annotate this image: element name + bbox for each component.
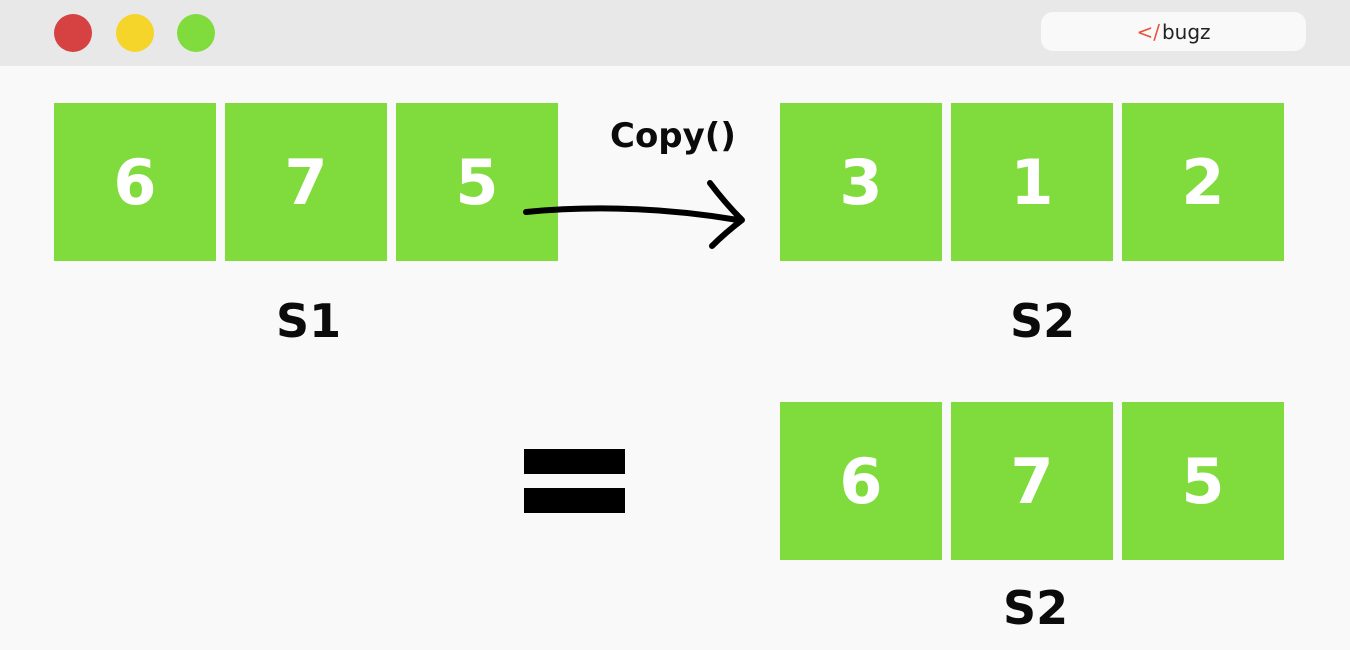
s2-before-element-0: 3 bbox=[780, 103, 942, 261]
window-titlebar: </ bugz bbox=[0, 0, 1350, 66]
s1-element-1: 7 bbox=[225, 103, 387, 261]
brand-text: bugz bbox=[1161, 19, 1211, 44]
s2-after-element-0: 6 bbox=[780, 402, 942, 560]
s2-after-element-1: 7 bbox=[951, 402, 1113, 560]
s2-before-element-2: 2 bbox=[1122, 103, 1284, 261]
equals-bar-bottom bbox=[524, 488, 625, 513]
equals-icon bbox=[524, 449, 625, 513]
source-slice-s1: 6 7 5 bbox=[54, 103, 558, 261]
s2-before-label: S2 bbox=[1010, 294, 1076, 348]
minimize-window-button[interactable] bbox=[116, 14, 154, 52]
equals-bar-top bbox=[524, 449, 625, 474]
copy-operation-label: Copy() bbox=[610, 116, 736, 156]
zoom-window-button[interactable] bbox=[177, 14, 215, 52]
destination-slice-s2-before: 3 1 2 bbox=[780, 103, 1284, 261]
s1-element-0: 6 bbox=[54, 103, 216, 261]
brand-logo: </ bugz bbox=[1041, 12, 1306, 51]
s2-after-element-2: 5 bbox=[1122, 402, 1284, 560]
close-window-button[interactable] bbox=[54, 14, 92, 52]
destination-slice-s2-after: 6 7 5 bbox=[780, 402, 1284, 560]
arrow-right-icon bbox=[523, 180, 745, 249]
s1-label: S1 bbox=[276, 294, 342, 348]
brand-tag: </ bbox=[1136, 19, 1160, 44]
s2-after-label: S2 bbox=[1003, 581, 1069, 635]
s2-before-element-1: 1 bbox=[951, 103, 1113, 261]
